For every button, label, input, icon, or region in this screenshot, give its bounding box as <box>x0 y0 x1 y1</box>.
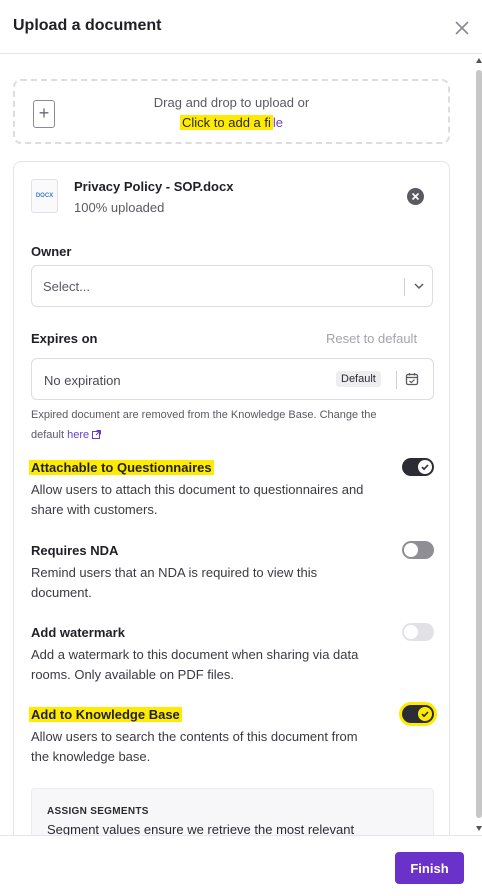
add-watermark-label: Add watermark <box>31 625 125 640</box>
scroll-down-arrow-icon[interactable] <box>476 826 482 831</box>
requires-nda-desc-line-1: Remind users that an NDA is required to … <box>31 565 318 580</box>
expiration-help-default: default <box>31 429 65 441</box>
toggle-knob <box>418 460 432 474</box>
requires-nda-desc-line-2: document. <box>31 585 92 600</box>
expiration-date-field[interactable]: No expiration Default <box>31 358 434 400</box>
close-icon[interactable] <box>452 18 472 38</box>
add-watermark-desc-line-1: Add a watermark to this document when sh… <box>31 647 359 662</box>
add-file-link[interactable]: Click to add a fi le <box>15 115 448 130</box>
calendar-icon[interactable] <box>405 372 419 386</box>
knowledge-base-label: Add to Knowledge Base <box>29 707 182 722</box>
assign-segments-panel: ASSIGN SEGMENTS Segment values ensure we… <box>31 788 434 835</box>
toggle-knob <box>418 707 432 721</box>
owner-label: Owner <box>31 244 72 259</box>
expiration-help-link[interactable]: here <box>67 429 89 441</box>
upload-status: 100% uploaded <box>74 200 165 215</box>
modal-footer: Finish <box>0 835 482 896</box>
modal-body: + Drag and drop to upload or Click to ad… <box>0 55 482 835</box>
attachable-desc-line-1: Allow users to attach this document to q… <box>31 482 364 497</box>
toggle-knob <box>404 625 418 639</box>
finish-button[interactable]: Finish <box>395 852 464 884</box>
knowledge-base-desc-line-2: the knowledge base. <box>31 749 151 764</box>
add-file-link-text[interactable]: Click to add a fi <box>180 115 273 130</box>
add-file-link-tail[interactable]: le <box>273 115 283 130</box>
expiration-help-line-2: default here <box>31 425 102 445</box>
knowledge-base-toggle[interactable] <box>402 705 434 723</box>
remove-file-icon[interactable] <box>407 188 424 205</box>
knowledge-base-desc-line-1: Allow users to search the contents of th… <box>31 729 358 744</box>
default-badge: Default <box>336 371 381 387</box>
chevron-down-icon[interactable] <box>412 279 426 293</box>
owner-select[interactable]: Select... <box>31 265 433 307</box>
dropzone-instruction: Drag and drop to upload or <box>153 95 310 110</box>
modal-header: Upload a document <box>0 0 482 54</box>
document-card: DOCX Privacy Policy - SOP.docx 100% uplo… <box>13 161 450 835</box>
owner-select-value: Select... <box>43 279 90 294</box>
scrollbar-thumb[interactable] <box>476 70 482 818</box>
check-icon <box>421 464 429 471</box>
expiration-value: No expiration <box>44 373 121 388</box>
file-type-label: DOCX <box>35 193 54 199</box>
requires-nda-label: Requires NDA <box>31 543 119 558</box>
date-divider <box>396 371 397 389</box>
check-icon <box>421 711 429 718</box>
attachable-desc-line-2: share with customers. <box>31 502 158 517</box>
expiration-help-line-1: Expired document are removed from the Kn… <box>31 409 377 421</box>
external-link-icon[interactable] <box>92 430 102 439</box>
reset-to-default-button[interactable]: Reset to default <box>326 331 417 346</box>
toggle-knob <box>404 543 418 557</box>
add-watermark-toggle[interactable] <box>402 623 434 641</box>
attachable-toggle[interactable] <box>402 458 434 476</box>
attachable-label-text: Attachable to Questionnaires <box>29 460 214 475</box>
knowledge-base-label-text: Add to Knowledge Base <box>29 707 182 722</box>
scroll-up-arrow-icon[interactable] <box>476 58 482 63</box>
add-watermark-desc-line-2: rooms. Only available on PDF files. <box>31 667 235 682</box>
requires-nda-toggle[interactable] <box>402 541 434 559</box>
assign-segments-desc: Segment values ensure we retrieve the mo… <box>47 822 355 835</box>
expires-label: Expires on <box>31 331 98 346</box>
docx-file-icon: DOCX <box>31 179 58 213</box>
select-divider <box>404 278 405 296</box>
file-name: Privacy Policy - SOP.docx <box>74 179 234 194</box>
modal-title: Upload a document <box>13 17 162 34</box>
assign-segments-title: ASSIGN SEGMENTS <box>47 806 149 817</box>
upload-dropzone[interactable]: + Drag and drop to upload or Click to ad… <box>13 79 450 144</box>
attachable-label: Attachable to Questionnaires <box>29 460 214 475</box>
